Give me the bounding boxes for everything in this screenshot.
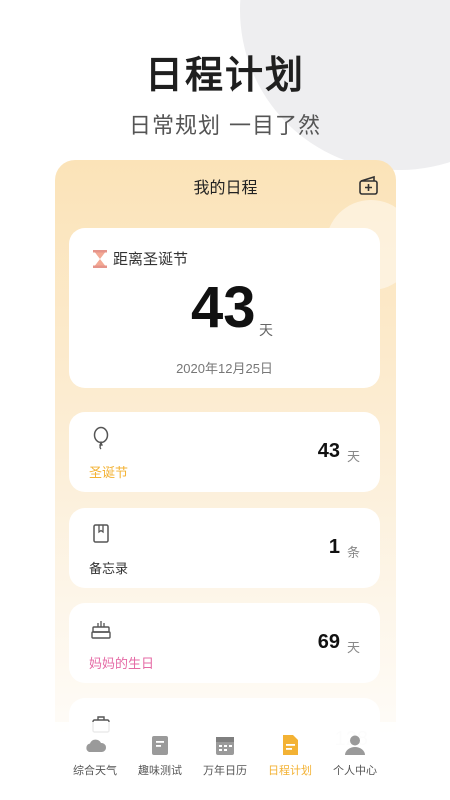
countdown-days: 43 — [191, 275, 256, 340]
event-name: 妈妈的生日 — [89, 657, 155, 672]
list-item[interactable]: 备忘录 1 条 — [69, 508, 380, 588]
countdown-label: 距离圣诞节 — [113, 250, 189, 268]
hourglass-icon — [93, 250, 107, 268]
countdown-date: 2020年12月25日 — [176, 361, 273, 376]
event-name: 备忘录 — [89, 562, 129, 577]
event-unit: 天 — [346, 641, 360, 656]
tab-profile[interactable]: 个人中心 — [315, 734, 395, 778]
hero-title: 日程计划 — [144, 53, 305, 97]
bottom-tab-bar: 综合天气 趣味测试 万年日历 日程计划 个人中心 — [0, 722, 450, 800]
clipboard-icon — [152, 736, 168, 755]
event-unit: 天 — [346, 450, 360, 465]
countdown-unit: 天 — [259, 323, 273, 339]
event-name: 圣诞节 — [89, 466, 129, 481]
cake-icon — [91, 621, 111, 639]
schedule-doc-icon — [283, 735, 298, 755]
list-item[interactable]: 圣诞节 43 天 — [69, 412, 380, 492]
list-item[interactable]: 妈妈的生日 69 天 — [69, 603, 380, 683]
event-value: 43 — [317, 440, 340, 462]
screen: 日程计划 日常规划 一目了然 我的日程 距离圣诞节 43 天 2020年12月2… — [0, 0, 450, 800]
balloon-icon — [93, 426, 109, 450]
page-title: 我的日程 — [193, 178, 258, 197]
event-value: 69 — [317, 631, 340, 653]
app-preview: 我的日程 距离圣诞节 43 天 2020年12月25日 圣诞节 43 天 备忘录… — [55, 160, 396, 800]
countdown-card[interactable]: 距离圣诞节 43 天 2020年12月25日 — [69, 228, 380, 388]
calendar-icon — [216, 737, 234, 755]
hero-subtitle: 日常规划 一目了然 — [129, 114, 321, 139]
add-schedule-icon[interactable] — [358, 174, 380, 196]
bookmark-icon — [93, 524, 109, 543]
event-value: 1 — [328, 536, 340, 558]
cloud-icon — [86, 739, 107, 752]
tab-label: 个人中心 — [333, 764, 377, 777]
person-icon — [345, 735, 365, 755]
event-unit: 条 — [346, 546, 360, 561]
